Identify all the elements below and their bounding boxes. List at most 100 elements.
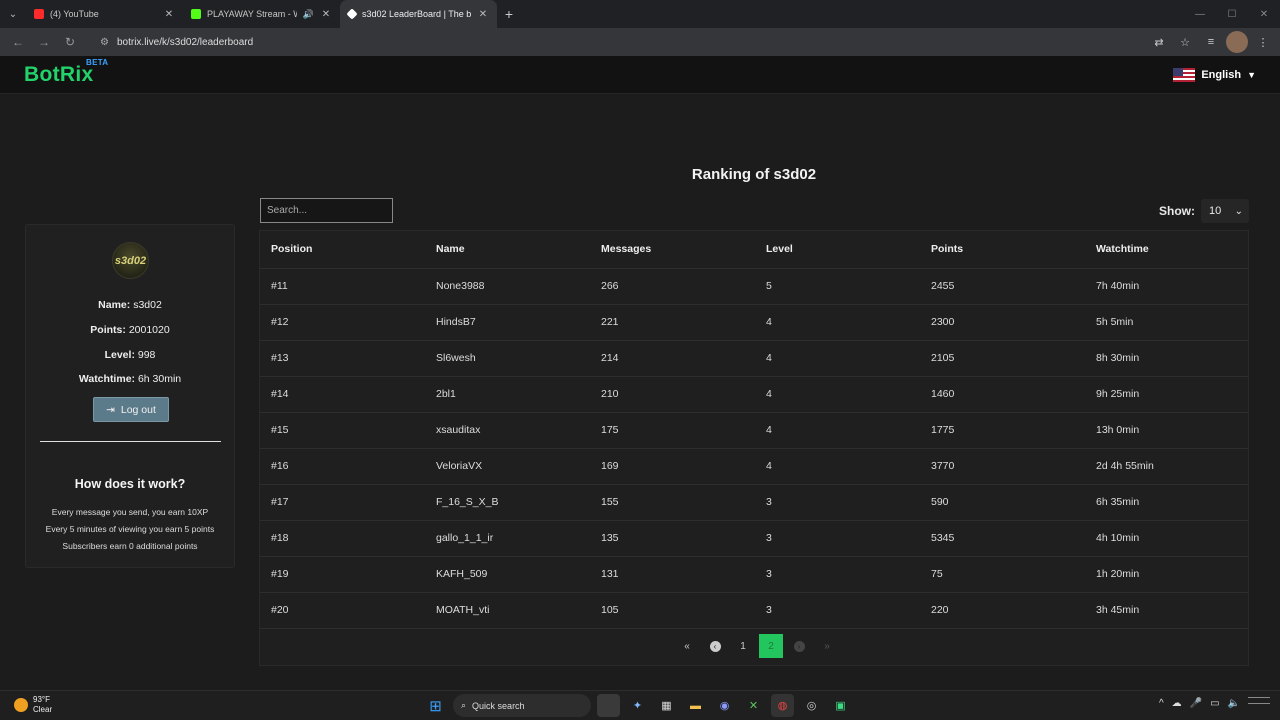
cell-watchtime: 6h 35min [1085, 484, 1248, 521]
column-header-watchtime[interactable]: Watchtime [1085, 231, 1248, 269]
name-value: s3d02 [133, 299, 162, 311]
us-flag-icon [1173, 67, 1196, 82]
forward-icon[interactable]: → [32, 30, 56, 54]
browser-toolbar: ← → ↻ ⚙ botrix.live/k/s3d02/leaderboard … [0, 28, 1280, 56]
maximize-icon[interactable]: ☐ [1216, 0, 1248, 28]
youtube-favicon-icon [34, 9, 44, 19]
column-header-messages[interactable]: Messages [590, 231, 755, 269]
cell-name: xsauditax [425, 412, 590, 449]
bookmark-star-icon[interactable]: ☆ [1174, 31, 1196, 53]
table-header-row: Position Name Messages Level Points Watc… [260, 231, 1248, 269]
prev-page-icon[interactable]: ‹ [703, 634, 727, 658]
cell-messages: 135 [590, 520, 755, 557]
translate-icon[interactable]: ⇄ [1148, 31, 1170, 53]
tab-playaway[interactable]: PLAYAWAY Stream - Watch 🔊 ✕ [183, 0, 340, 28]
cell-points: 1775 [920, 412, 1085, 449]
taskbar-search[interactable]: ⌕ Quick search [453, 694, 591, 717]
cell-messages: 169 [590, 448, 755, 485]
cell-level: 5 [755, 268, 920, 305]
cell-level: 4 [755, 412, 920, 449]
discord-icon[interactable]: ◉ [713, 694, 736, 717]
table-row: #14 2bl1 210 4 1460 9h 25min [260, 376, 1248, 413]
first-page-icon[interactable]: « [675, 634, 699, 658]
table-row: #19 KAFH_509 131 3 75 1h 20min [260, 556, 1248, 593]
weather-temp: 93°F [33, 695, 50, 704]
store-icon[interactable]: ▦ [655, 694, 678, 717]
profile-points: Points: 2001020 [26, 324, 234, 336]
task-view-icon[interactable] [597, 694, 620, 717]
speaker-icon[interactable]: 🔊 [303, 9, 314, 20]
tab-label: (4) YouTube [50, 9, 99, 19]
logout-label: Log out [120, 403, 156, 416]
file-explorer-icon[interactable]: ▬ [684, 694, 707, 717]
logo-text: BotRix [24, 62, 94, 86]
clock[interactable] [1248, 697, 1270, 709]
tray-chevron-up-icon[interactable]: ^ [1159, 698, 1164, 709]
cell-points: 1460 [920, 376, 1085, 413]
close-window-icon[interactable]: ✕ [1248, 0, 1280, 28]
cell-points: 590 [920, 484, 1085, 521]
xbox-icon[interactable]: ✕ [742, 694, 765, 717]
chrome-icon[interactable]: ◍ [771, 694, 794, 717]
back-icon[interactable]: ← [6, 30, 30, 54]
tab-search-icon[interactable]: ⌄ [0, 0, 26, 28]
profile-avatar[interactable] [1226, 31, 1248, 53]
column-header-position[interactable]: Position [260, 231, 425, 269]
profile-name: Name: s3d02 [26, 299, 234, 311]
site-info-icon[interactable]: ⚙ [100, 37, 109, 48]
weather-widget[interactable]: 93°F Clear [14, 695, 52, 715]
cell-level: 4 [755, 376, 920, 413]
onedrive-icon[interactable]: ☁ [1172, 698, 1182, 709]
cell-watchtime: 8h 30min [1085, 340, 1248, 377]
cell-points: 5345 [920, 520, 1085, 557]
cell-watchtime: 5h 5min [1085, 304, 1248, 341]
close-icon[interactable]: ✕ [320, 9, 332, 20]
table-row: #20 MOATH_vti 105 3 220 3h 45min [260, 592, 1248, 629]
minimize-icon[interactable]: — [1184, 0, 1216, 28]
network-icon[interactable]: ▭ [1210, 698, 1219, 709]
microphone-icon[interactable]: 🎤 [1190, 698, 1202, 709]
menu-kebab-icon[interactable]: ⋮ [1252, 31, 1274, 53]
media-controls-icon[interactable]: ≡ [1200, 31, 1222, 53]
column-header-name[interactable]: Name [425, 231, 590, 269]
volume-icon[interactable]: 🔈 [1228, 698, 1240, 709]
logout-button[interactable]: ⇥ Log out [93, 397, 169, 422]
cell-name: MOATH_vti [425, 592, 590, 629]
table-row: #11 None3988 266 5 2455 7h 40min [260, 268, 1248, 305]
cell-name: Sl6wesh [425, 340, 590, 377]
next-page-icon[interactable]: › [787, 634, 811, 658]
close-icon[interactable]: ✕ [163, 9, 175, 20]
new-tab-icon[interactable]: + [497, 0, 521, 28]
cell-points: 2105 [920, 340, 1085, 377]
search-input[interactable] [260, 198, 393, 223]
last-page-icon[interactable]: » [815, 634, 839, 658]
tab-leaderboard[interactable]: s3d02 LeaderBoard | The best ( ✕ [340, 0, 497, 28]
app-icon[interactable]: ◎ [800, 694, 823, 717]
address-bar[interactable]: ⚙ botrix.live/k/s3d02/leaderboard [90, 31, 1140, 53]
table-row: #12 HindsB7 221 4 2300 5h 5min [260, 304, 1248, 341]
windows-start-icon[interactable]: ⊞ [424, 694, 447, 717]
android-studio-icon[interactable]: ▣ [829, 694, 852, 717]
botrix-logo[interactable]: BotRix BETA [24, 58, 108, 87]
cell-messages: 131 [590, 556, 755, 593]
column-header-points[interactable]: Points [920, 231, 1085, 269]
copilot-icon[interactable]: ✦ [626, 694, 649, 717]
cell-messages: 221 [590, 304, 755, 341]
page-size-value: 10 [1209, 205, 1222, 217]
page-2-button[interactable]: 2 [759, 634, 783, 658]
cell-messages: 210 [590, 376, 755, 413]
cell-watchtime: 3h 45min [1085, 592, 1248, 629]
column-header-level[interactable]: Level [755, 231, 920, 269]
leaderboard-table-card: Position Name Messages Level Points Watc… [259, 230, 1249, 666]
page-1-button[interactable]: 1 [731, 634, 755, 658]
language-selector[interactable]: English ▼ [1173, 67, 1256, 82]
tab-youtube[interactable]: (4) YouTube ✕ [26, 0, 183, 28]
show-label: Show: [1159, 204, 1195, 218]
close-icon[interactable]: ✕ [477, 9, 489, 20]
page-size-select[interactable]: 10 ⌄ [1201, 199, 1249, 223]
quick-search-label: Quick search [472, 700, 525, 711]
cell-name: None3988 [425, 268, 590, 305]
reload-icon[interactable]: ↻ [58, 30, 82, 54]
cell-watchtime: 2d 4h 55min [1085, 448, 1248, 485]
cell-name: KAFH_509 [425, 556, 590, 593]
